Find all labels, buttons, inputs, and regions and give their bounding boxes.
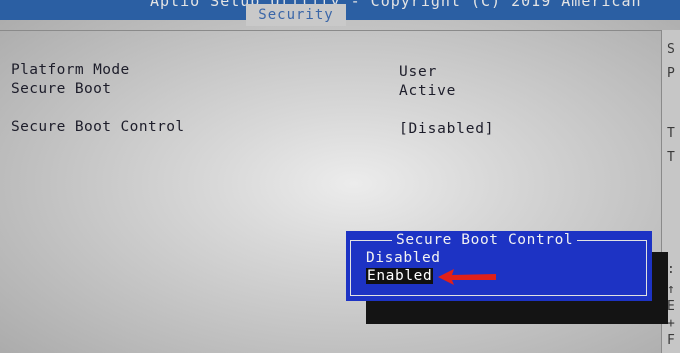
platform-mode-value: User [399, 64, 438, 80]
secure-boot-control-value[interactable]: [Disabled] [399, 121, 494, 137]
header-title: Aptio Setup Utility - Copyright (C) 2019… [150, 0, 642, 10]
help-panel-char: F [667, 333, 675, 348]
help-panel-char: : [667, 262, 675, 277]
tab-security[interactable]: Security [246, 4, 346, 26]
secure-boot-value: Active [399, 83, 457, 99]
help-panel-char: E [667, 299, 675, 314]
option-enabled[interactable]: Enabled [366, 268, 434, 284]
help-panel-char: T [667, 150, 675, 165]
help-panel-char: T [667, 126, 675, 141]
popup-title: Secure Boot Control [392, 232, 578, 248]
platform-mode-label: Platform Mode [11, 62, 130, 78]
secure-boot-control-label[interactable]: Secure Boot Control [11, 119, 184, 135]
help-panel-char: ↑ [667, 282, 675, 297]
red-arrow-icon [438, 269, 496, 285]
help-panel-char: S [667, 42, 675, 57]
secure-boot-label: Secure Boot [11, 81, 112, 97]
option-disabled[interactable]: Disabled [366, 250, 441, 266]
help-panel-char: P [667, 66, 675, 81]
frame-divider-top [0, 30, 662, 31]
help-panel-char: + [667, 316, 675, 331]
